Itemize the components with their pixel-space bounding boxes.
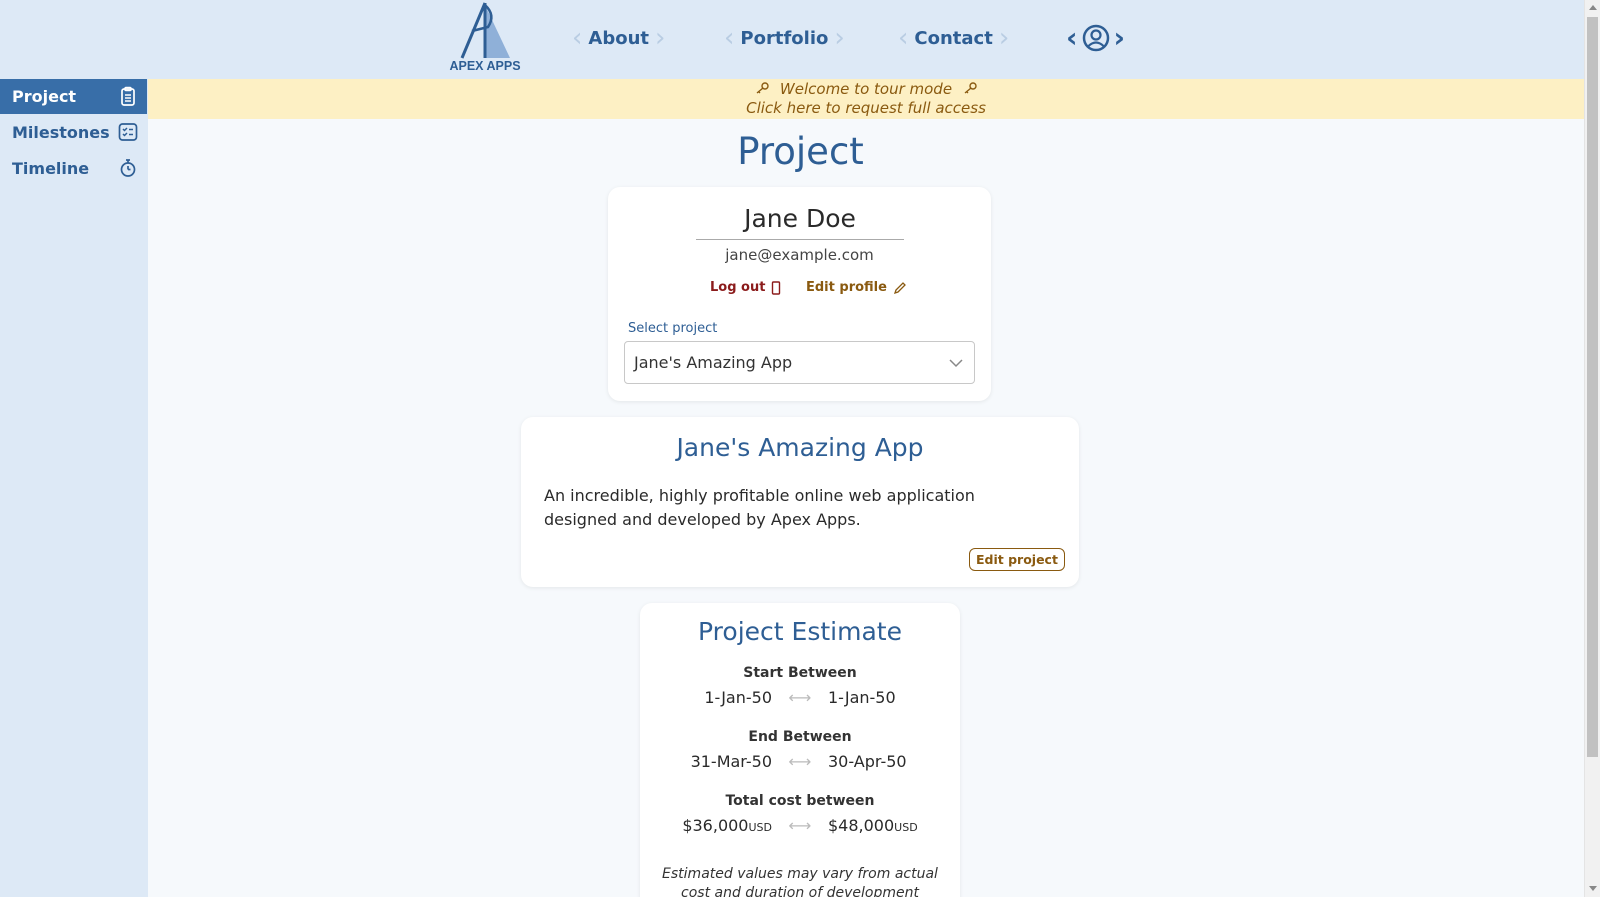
logout-button[interactable]: Log out	[710, 280, 781, 295]
cost-to-value: $48,000	[828, 816, 895, 835]
chevron-right-icon: ›	[655, 23, 666, 53]
range-arrow-icon: ⟷	[788, 816, 812, 835]
nav-contact[interactable]: ‹ Contact ›	[898, 24, 1009, 52]
estimate-title: Project Estimate	[698, 617, 902, 646]
page-scrollbar[interactable]	[1584, 0, 1600, 897]
sidebar-item-milestones[interactable]: Milestones	[0, 115, 147, 150]
project-card: Jane's Amazing App An incredible, highly…	[521, 417, 1079, 587]
end-to: 30-Apr-50	[828, 752, 907, 771]
currency-label: USD	[894, 821, 918, 834]
project-description: An incredible, highly profitable online …	[544, 486, 975, 529]
logout-label: Log out	[710, 280, 766, 295]
project-select-value: Jane's Amazing App	[634, 353, 793, 372]
chevron-down-icon	[949, 359, 963, 368]
cost-range: $36,000USD ⟷ $48,000USD	[640, 816, 960, 835]
key-icon	[756, 82, 770, 94]
sidebar-item-label: Milestones	[12, 123, 110, 142]
edit-profile-button[interactable]: Edit profile	[806, 280, 907, 295]
page-title: Project	[737, 130, 864, 173]
end-from: 31-Mar-50	[690, 752, 772, 771]
edit-profile-label: Edit profile	[806, 280, 887, 295]
range-arrow-icon: ⟷	[788, 688, 812, 707]
nav-contact-label: Contact	[914, 27, 993, 49]
stopwatch-icon	[120, 159, 136, 177]
chevron-left-icon: ‹	[724, 23, 735, 53]
range-arrow-icon: ⟷	[788, 752, 812, 771]
sidebar-item-project[interactable]: Project	[0, 79, 147, 114]
start-heading: Start Between	[743, 665, 857, 681]
scroll-up-icon[interactable]	[1589, 5, 1597, 10]
pencil-icon	[893, 281, 906, 294]
currency-label: USD	[748, 821, 772, 834]
key-icon	[964, 82, 977, 94]
project-title: Jane's Amazing App	[676, 433, 924, 462]
nav-portfolio[interactable]: ‹ Portfolio ›	[724, 24, 845, 52]
user-circle-icon	[1082, 24, 1109, 52]
door-icon	[772, 280, 781, 295]
user-email: jane@example.com	[725, 246, 874, 264]
top-nav: APEX APPS ‹ About › ‹ Portfolio › ‹ Cont…	[0, 0, 1584, 79]
project-select[interactable]: Jane's Amazing App	[624, 341, 975, 384]
chevron-left-icon: ‹	[898, 23, 909, 53]
sidebar-item-timeline[interactable]: Timeline	[0, 151, 147, 186]
edit-project-button[interactable]: Edit project	[969, 548, 1065, 571]
clipboard-icon	[121, 86, 135, 106]
select-project-label: Select project	[628, 321, 718, 336]
logo-text: APEX APPS	[449, 59, 521, 73]
nav-about[interactable]: ‹ About ›	[572, 24, 665, 52]
sidebar-item-label: Project	[12, 87, 77, 106]
scrollbar-thumb[interactable]	[1587, 17, 1598, 757]
banner-line-1: Welcome to tour mode	[148, 80, 1584, 99]
apex-logo-icon	[460, 2, 510, 59]
account-button[interactable]: ‹ ›	[1066, 22, 1125, 54]
cost-heading: Total cost between	[725, 793, 875, 809]
cost-to: $48,000USD	[828, 816, 948, 835]
chevron-left-icon: ‹	[1066, 21, 1078, 54]
end-range: 31-Mar-50 ⟷ 30-Apr-50	[640, 752, 960, 771]
chevron-left-icon: ‹	[572, 23, 583, 53]
chevron-right-icon: ›	[834, 23, 845, 53]
tour-mode-banner[interactable]: Welcome to tour mode Click here to reque…	[148, 79, 1584, 119]
chevron-right-icon: ›	[998, 23, 1010, 53]
sidebar: Project Milestones Timeline	[0, 79, 148, 897]
start-to: 1-Jan-50	[828, 688, 896, 707]
project-estimate-card: Project Estimate Start Between 1-Jan-50 …	[640, 603, 960, 897]
checklist-icon	[118, 123, 138, 141]
cost-from: $36,000USD	[652, 816, 772, 835]
logo[interactable]: APEX APPS	[446, 0, 524, 79]
nav-about-label: About	[588, 27, 650, 49]
scroll-down-icon[interactable]	[1589, 886, 1597, 891]
start-from: 1-Jan-50	[704, 688, 772, 707]
user-name: Jane Doe	[696, 204, 904, 240]
banner-title: Welcome to tour mode	[779, 80, 953, 98]
cost-from-value: $36,000	[682, 816, 749, 835]
request-access-link[interactable]: Click here to request full access	[148, 99, 1584, 118]
chevron-right-icon: ›	[1113, 21, 1126, 54]
start-range: 1-Jan-50 ⟷ 1-Jan-50	[640, 688, 960, 707]
sidebar-item-label: Timeline	[12, 159, 90, 178]
nav-portfolio-label: Portfolio	[740, 27, 829, 49]
user-card: Jane Doe jane@example.com Log out Edit p…	[608, 187, 991, 401]
end-heading: End Between	[748, 729, 852, 745]
estimate-note: Estimated values may vary from actual co…	[662, 866, 938, 897]
